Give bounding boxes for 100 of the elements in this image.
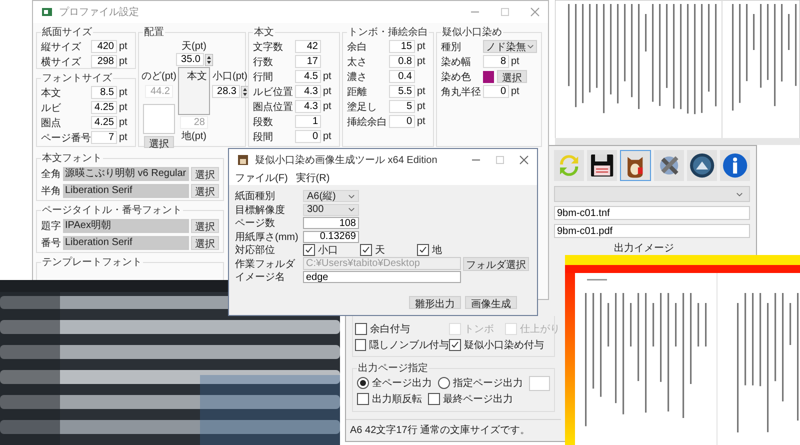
group-label: フォントサイズ	[41, 72, 113, 85]
radio-button[interactable]	[357, 377, 369, 389]
field-label: 種別	[441, 40, 462, 54]
window-title: 疑似小口染め画像生成ツール x64 Edition	[255, 154, 438, 167]
select-button[interactable]: 選択	[497, 70, 527, 83]
number-field[interactable]: 0	[295, 130, 321, 143]
number-field[interactable]: 108	[303, 217, 359, 229]
radio-label: 全ページ出力	[372, 376, 432, 390]
number-field[interactable]: 1	[295, 115, 321, 128]
number-field[interactable]: 42	[295, 40, 321, 53]
unit-label: pt	[323, 131, 332, 142]
close-icon[interactable]	[530, 7, 540, 17]
checkbox[interactable]	[355, 339, 366, 351]
dial-icon[interactable]	[686, 150, 717, 181]
field-label: 染め幅	[441, 56, 472, 68]
number-field[interactable]: 0.13269	[303, 230, 359, 242]
color-swatch[interactable]	[483, 70, 494, 82]
number-field[interactable]: 420	[91, 40, 117, 53]
group-label: 疑似小口染め	[441, 26, 503, 39]
checkbox[interactable]	[357, 393, 369, 405]
number-field[interactable]: 4.3	[295, 100, 321, 113]
number-field[interactable]: 4.25	[91, 101, 117, 114]
number-field[interactable]: 28.3	[212, 85, 240, 98]
dropdown[interactable]: A6(縦)	[303, 190, 359, 202]
field-label: 圏点	[41, 116, 62, 130]
image-name-field[interactable]: edge	[303, 271, 461, 283]
checkbox-label: トンボ	[464, 323, 494, 336]
number-field[interactable]: 7	[91, 131, 117, 144]
number-field[interactable]: 17	[295, 55, 321, 68]
unit-label: pt	[323, 71, 332, 82]
checkbox[interactable]	[360, 244, 372, 256]
field-label: 行数	[253, 56, 274, 68]
number-field[interactable]: 4.25	[91, 116, 117, 129]
caret-icon	[348, 207, 355, 212]
font-name-field: 源暎こぶり明朝 v6 Regular	[63, 166, 189, 180]
checkbox[interactable]	[449, 339, 461, 351]
menu-item[interactable]: ファイル(F)	[235, 171, 288, 185]
field-label: イメージ名	[235, 271, 286, 284]
select-button[interactable]: 選択	[191, 218, 219, 232]
number-field[interactable]: 5	[389, 100, 415, 113]
unit-label: pt	[417, 116, 426, 127]
number-field[interactable]: 0.4	[389, 70, 415, 83]
unit-label: pt	[511, 86, 520, 97]
unit-label: pt	[417, 101, 426, 112]
app-icon	[237, 154, 249, 166]
checkbox[interactable]	[303, 244, 315, 256]
checkbox-label: 疑似小口染め付与	[464, 338, 544, 352]
number-field[interactable]: 8.5	[91, 86, 117, 99]
spinner-icon[interactable]	[240, 86, 248, 98]
action-button[interactable]: 雛形出力	[409, 296, 461, 309]
number-field[interactable]: 0	[389, 115, 415, 128]
close-icon[interactable]	[519, 155, 529, 165]
number-field[interactable]: 298	[91, 55, 117, 68]
field-label: 行間	[253, 70, 274, 84]
checkbox[interactable]	[355, 323, 367, 335]
unit-label: pt	[119, 117, 128, 128]
file-path-field[interactable]: 9bm-c01.pdf	[554, 224, 750, 238]
window-title: プロファイル設定	[59, 6, 140, 19]
number-field[interactable]: 0.8	[389, 55, 415, 68]
field-label: 太さ	[347, 56, 368, 68]
checkbox-label: 隠しノンブル付与	[369, 338, 449, 352]
group-label: ページタイトル・番号フォント	[41, 204, 183, 217]
checkbox-label: 仕上がり	[520, 322, 560, 336]
checkbox[interactable]	[417, 244, 429, 256]
page-range-field[interactable]	[529, 376, 550, 390]
number-field[interactable]: 8	[483, 55, 509, 68]
number-field[interactable]: 4.3	[295, 85, 321, 98]
select-button[interactable]: 選択	[191, 184, 219, 198]
field-label: ページ番号	[41, 132, 91, 144]
dye-type-dropdown[interactable]: ノド染無	[483, 40, 537, 53]
number-field[interactable]: 5.5	[389, 85, 415, 98]
group-label: 配置	[143, 26, 165, 39]
select-button[interactable]: 選択	[191, 166, 219, 180]
number-field[interactable]: 0	[483, 85, 509, 98]
info-icon[interactable]	[720, 150, 750, 181]
field-label: 目標解像度	[235, 204, 286, 216]
unit-label: pt	[119, 132, 128, 143]
font-name-field: Liberation Serif	[63, 184, 189, 198]
field-label: 地(pt)	[182, 130, 206, 143]
menu-item[interactable]: 実行(R)	[296, 171, 330, 185]
action-button[interactable]: 画像生成	[465, 296, 517, 309]
select-button[interactable]: 選択	[144, 136, 174, 148]
checkbox-label: 余白付与	[370, 322, 410, 336]
unit-label: pt	[119, 102, 128, 113]
number-field[interactable]: 15	[389, 40, 415, 53]
radio-button[interactable]	[438, 377, 450, 389]
field-label: 塗足し	[347, 100, 378, 114]
number-field[interactable]: 4.5	[295, 70, 321, 83]
file-path-field[interactable]: 9bm-c01.tnf	[554, 206, 750, 220]
select-button[interactable]: 選択	[191, 236, 219, 250]
number-field[interactable]: 35.0	[176, 53, 204, 66]
spinner-icon[interactable]	[204, 54, 212, 66]
unit-label: pt	[417, 41, 426, 52]
dropdown[interactable]: 300	[303, 204, 359, 216]
checkbox[interactable]	[428, 393, 440, 405]
field-label: 用紙厚さ(mm)	[235, 230, 300, 244]
preview-label: 出力イメージ	[614, 242, 674, 255]
field-label: 染め色	[441, 70, 472, 84]
field-label: 全角	[41, 168, 61, 180]
unit-label: pt	[417, 86, 426, 97]
